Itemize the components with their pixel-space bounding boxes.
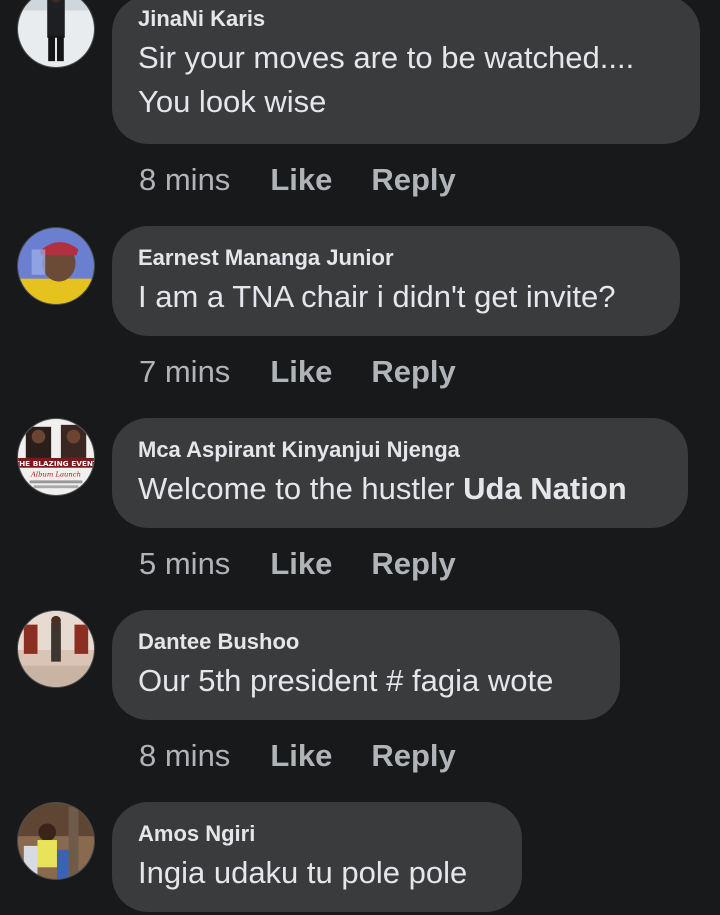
like-button[interactable]: Like: [270, 736, 332, 776]
comment-author[interactable]: Amos Ngiri: [138, 820, 496, 848]
child-outdoors-avatar-icon: [18, 803, 94, 879]
comment-author[interactable]: Mca Aspirant Kinyanjui Njenga: [138, 436, 662, 464]
like-button[interactable]: Like: [270, 160, 332, 200]
commenter-avatar[interactable]: [17, 227, 95, 305]
comment-text: Our 5th president # fagia wote: [138, 663, 554, 698]
person-standing-avatar-icon: [18, 0, 94, 67]
comment-actions: 8 mins Like Reply: [139, 160, 495, 200]
comment-bubble: Mca Aspirant Kinyanjui Njenga Welcome to…: [112, 418, 688, 528]
comment-bubble: Dantee Bushoo Our 5th president # fagia …: [112, 610, 620, 720]
comment-actions: 7 mins Like Reply: [139, 352, 495, 392]
man-in-cap-avatar-icon: [18, 228, 94, 304]
comment-actions: 5 mins Like Reply: [139, 544, 495, 584]
commenter-avatar[interactable]: [17, 0, 95, 68]
comment-text: I am a TNA chair i didn't get invite?: [138, 279, 616, 314]
commenter-avatar[interactable]: [17, 610, 95, 688]
comment-text: Ingia udaku tu pole pole: [138, 855, 468, 890]
comment-bubble: Amos Ngiri Ingia udaku tu pole pole: [112, 802, 522, 912]
comment-time[interactable]: 5 mins: [139, 544, 230, 584]
comment-time[interactable]: 7 mins: [139, 352, 230, 392]
commenter-avatar[interactable]: THE BLAZING EVENT Album Launch: [17, 418, 95, 496]
comment-bubble: JinaNi Karis Sir your moves are to be wa…: [112, 0, 700, 144]
comment-actions: 8 mins Like Reply: [139, 736, 495, 776]
comment-author[interactable]: JinaNi Karis: [138, 5, 674, 33]
comment-time[interactable]: 8 mins: [139, 736, 230, 776]
comment-text-plain: Welcome to the hustler: [138, 471, 464, 506]
commenter-avatar[interactable]: [17, 802, 95, 880]
mentioned-tag[interactable]: Uda Nation: [463, 471, 627, 506]
event-poster-avatar-icon: THE BLAZING EVENT Album Launch: [18, 419, 94, 495]
comment-author[interactable]: Earnest Mananga Junior: [138, 244, 654, 272]
comment-text: Welcome to the hustler Uda Nation: [138, 467, 662, 511]
like-button[interactable]: Like: [270, 352, 332, 392]
reply-button[interactable]: Reply: [371, 736, 455, 776]
reply-button[interactable]: Reply: [371, 352, 455, 392]
comment-author[interactable]: Dantee Bushoo: [138, 628, 594, 656]
poster-subtitle-text: Album Launch: [30, 470, 81, 478]
comment-bubble: Earnest Mananga Junior I am a TNA chair …: [112, 226, 680, 336]
comment-text-line-2: You look wise: [138, 84, 327, 119]
comment-text-line-1: Sir your moves are to be watched....: [138, 40, 635, 75]
poster-title-text: THE BLAZING EVENT: [18, 459, 94, 468]
reply-button[interactable]: Reply: [371, 544, 455, 584]
reply-button[interactable]: Reply: [371, 160, 455, 200]
person-in-room-avatar-icon: [18, 611, 94, 687]
like-button[interactable]: Like: [270, 544, 332, 584]
comment-time[interactable]: 8 mins: [139, 160, 230, 200]
